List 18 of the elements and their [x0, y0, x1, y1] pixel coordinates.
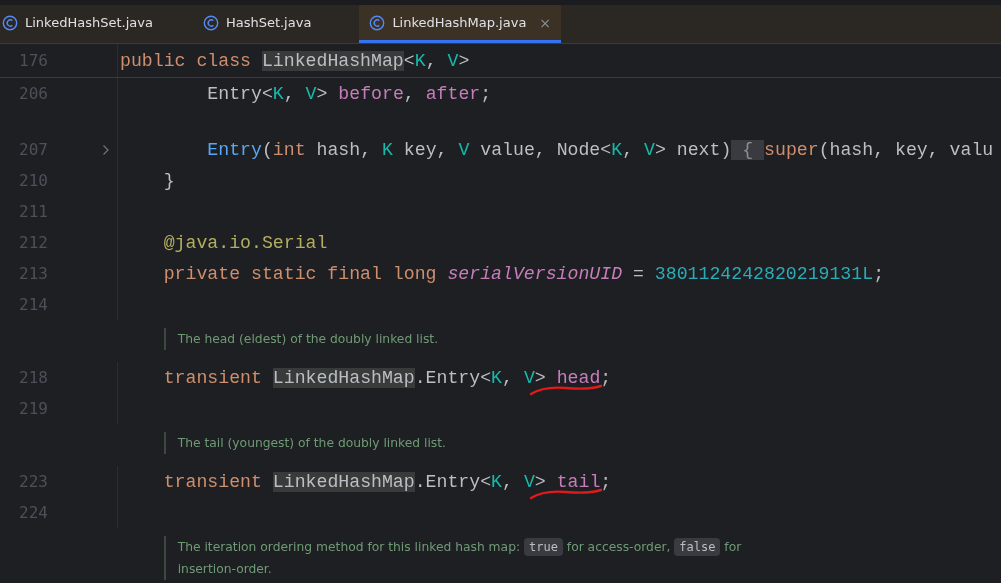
class-icon [2, 14, 18, 31]
doc-comment: The tail (youngest) of the doubly linked list. [163, 432, 446, 454]
close-tab-button[interactable]: × [539, 14, 552, 31]
code-line: transient LinkedHashMap.Entry<K, V> tail; [162, 471, 612, 492]
doc-comment: The head (eldest) of the doubly linked list. [163, 328, 439, 350]
editor-tab[interactable]: HashSet.java [200, 5, 334, 43]
doc-comment: The iteration ordering method for this linked hash map: true for access-order, false for insertion-order. [163, 536, 778, 580]
code-line: public class LinkedHashMap<K, V> [120, 50, 470, 71]
code-line: @java.io.Serial [162, 232, 328, 253]
editor-tab[interactable]: LinkedHashMap.java × [359, 5, 562, 43]
code-line: Entry(int hash, K key, V value, Node<K, V> next) { super(hash, key, valu [206, 139, 994, 160]
class-icon [369, 14, 386, 31]
editor-tab[interactable]: LinkedHashSet.java [0, 5, 175, 43]
code-line: transient LinkedHashMap.Entry<K, V> head; [162, 367, 612, 388]
code-line: private static final long serialVersionUID = 3801124242820219131L; [162, 263, 885, 284]
code-line: } [162, 170, 175, 191]
code-line: Entry<K, V> before, after; [206, 83, 492, 104]
class-icon [202, 14, 219, 31]
